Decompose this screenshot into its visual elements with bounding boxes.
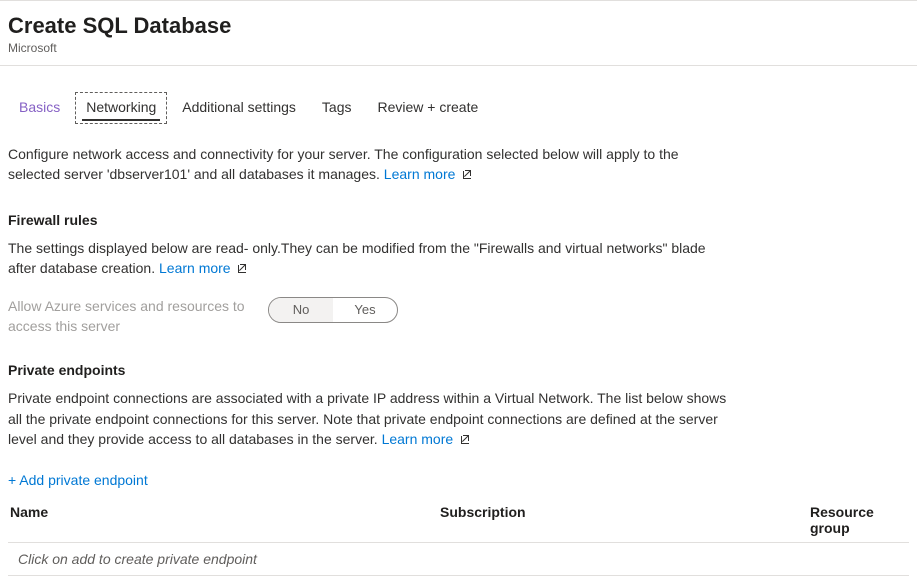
firewall-heading: Firewall rules: [8, 212, 909, 228]
tab-additional-settings[interactable]: Additional settings: [171, 92, 307, 124]
table-placeholder: Click on add to create private endpoint: [18, 551, 909, 567]
table-header: Name Subscription Resource group: [8, 498, 909, 542]
toggle-option-no[interactable]: No: [269, 298, 333, 322]
external-link-icon: [236, 259, 248, 279]
page-subtitle: Microsoft: [8, 41, 909, 55]
allow-azure-toggle[interactable]: No Yes: [268, 297, 398, 323]
add-private-endpoint-link[interactable]: + Add private endpoint: [8, 472, 148, 488]
tab-review-create[interactable]: Review + create: [366, 92, 489, 124]
tabs-bar: Basics Networking Additional settings Ta…: [8, 92, 909, 124]
toggle-option-yes[interactable]: Yes: [333, 298, 397, 322]
private-endpoints-learn-more-link[interactable]: Learn more: [382, 431, 471, 447]
column-header-name: Name: [8, 504, 440, 536]
external-link-icon: [459, 430, 471, 450]
allow-azure-row: Allow Azure services and resources to ac…: [8, 297, 909, 336]
firewall-learn-more-link[interactable]: Learn more: [159, 260, 248, 276]
intro-text-content: Configure network access and connectivit…: [8, 146, 679, 182]
tab-basics[interactable]: Basics: [8, 92, 71, 124]
intro-text: Configure network access and connectivit…: [8, 144, 728, 186]
tab-networking[interactable]: Networking: [75, 92, 167, 124]
private-endpoints-text: Private endpoint connections are associa…: [8, 388, 728, 450]
firewall-text-content: The settings displayed below are read- o…: [8, 240, 706, 276]
page-title: Create SQL Database: [8, 13, 909, 39]
allow-azure-label: Allow Azure services and resources to ac…: [8, 297, 248, 336]
column-header-subscription: Subscription: [440, 504, 810, 536]
private-endpoints-text-content: Private endpoint connections are associa…: [8, 390, 726, 447]
table-row: Click on add to create private endpoint: [8, 542, 909, 576]
intro-learn-more-link[interactable]: Learn more: [384, 166, 473, 182]
private-endpoints-table: Name Subscription Resource group Click o…: [8, 498, 909, 576]
page-header: Create SQL Database Microsoft: [0, 1, 917, 66]
tab-tags[interactable]: Tags: [311, 92, 363, 124]
external-link-icon: [461, 165, 473, 185]
firewall-text: The settings displayed below are read- o…: [8, 238, 728, 280]
private-endpoints-heading: Private endpoints: [8, 362, 909, 378]
column-header-resource-group: Resource group: [810, 504, 909, 536]
